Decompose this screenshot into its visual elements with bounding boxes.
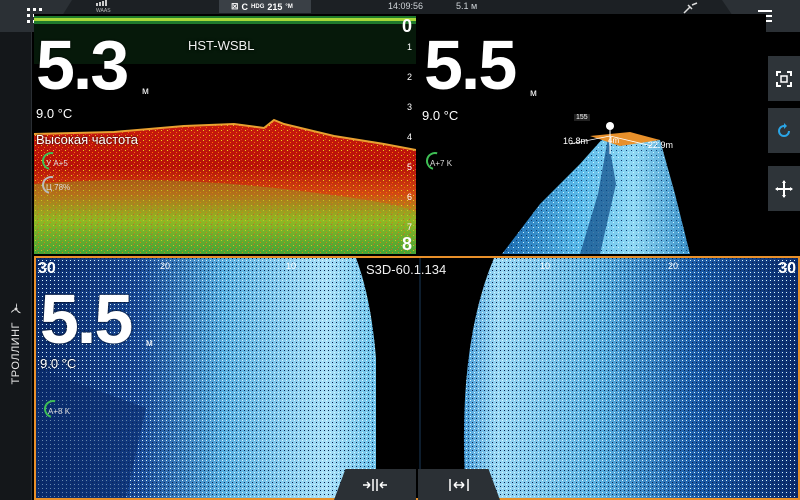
range-label-top: 155 (574, 114, 590, 121)
depth-unit: м (530, 88, 537, 99)
depth-readout: 5.5 (424, 26, 517, 104)
range-label-center: 4m (608, 136, 620, 145)
range-tick: 20 (668, 261, 679, 271)
scale-tick: 8 (401, 234, 412, 254)
gain-gauge[interactable]: A+8 K (40, 396, 94, 422)
range-tick: 10 (286, 261, 297, 271)
range-narrow-button[interactable] (334, 469, 416, 500)
range-label-left: 16.8m (563, 136, 589, 146)
scale-tick: 3 (406, 102, 412, 112)
range-tick: 10 (540, 261, 551, 271)
gain-gauge[interactable]: A+7 K (422, 148, 476, 174)
sidescan-source-label: S3D-60.1.134 (366, 262, 447, 277)
depth-unit: м (142, 86, 149, 97)
sonar-panel[interactable]: 5.3 м 9.0 °C HST-WSBL Высокая частота У … (34, 14, 416, 254)
waas-indicator: WAAS (96, 0, 118, 14)
water-temperature: 9.0 °C (422, 108, 459, 123)
range-wide-button[interactable] (418, 469, 500, 500)
water-temperature: 9.0 °C (40, 356, 77, 371)
expand-arrows-icon (449, 478, 469, 491)
heading-readout[interactable]: ⊠ C HDG 215 °M (219, 0, 311, 13)
scale-tick: 7 (406, 222, 412, 232)
scale-tick: 1 (406, 42, 412, 52)
status-time: 14:09:56 (388, 1, 424, 11)
frequency-label: Высокая частота (36, 132, 139, 147)
structurescan-3d-panel[interactable]: 5.5 м 9.0 °C A+7 K 155 16.8m 4m 22.9m (420, 14, 766, 254)
depth-readout: 5.5 (40, 280, 133, 358)
scale-tick: 0 (401, 16, 412, 36)
scale-tick: 2 (406, 72, 412, 82)
range-left: 30 (38, 260, 56, 277)
sidescan-image (36, 258, 798, 498)
left-sidebar: ТРОЛЛИНГ (0, 32, 32, 500)
fullscreen-button[interactable] (768, 56, 800, 101)
collapse-arrows-icon (363, 478, 387, 491)
expand-icon (776, 70, 792, 87)
gain-gauge[interactable]: У A+5 (38, 148, 82, 174)
range-right: 30 (778, 260, 796, 277)
color-gauge[interactable]: Ц 78% (38, 172, 82, 198)
pan-button[interactable] (768, 166, 800, 211)
scale-tick: 4 (406, 132, 412, 142)
sidescan-panel[interactable]: 30 20 10 10 20 30 S3D-60.1.134 5.5 м 9.0… (34, 256, 800, 500)
scale-tick: 5 (406, 162, 412, 172)
sonar-source-label: HST-WSBL (188, 38, 255, 53)
status-depth: 5.1 м (456, 1, 478, 11)
range-tick: 20 (160, 261, 171, 271)
rotate-view-button[interactable] (768, 108, 800, 153)
water-temperature: 9.0 °C (36, 106, 73, 121)
propeller-icon (11, 303, 21, 314)
range-label-right: 22.9m (648, 140, 674, 150)
scale-tick: 6 (406, 192, 412, 202)
depth-readout: 5.3 (36, 26, 129, 104)
depth-unit: м (146, 338, 153, 349)
signal-bars-icon (96, 0, 107, 6)
crosshair-icon (775, 179, 793, 198)
compass-icon: ⊠ (231, 1, 239, 11)
rotate-icon (778, 122, 790, 137)
trolling-button[interactable]: ТРОЛЛИНГ (4, 302, 28, 462)
